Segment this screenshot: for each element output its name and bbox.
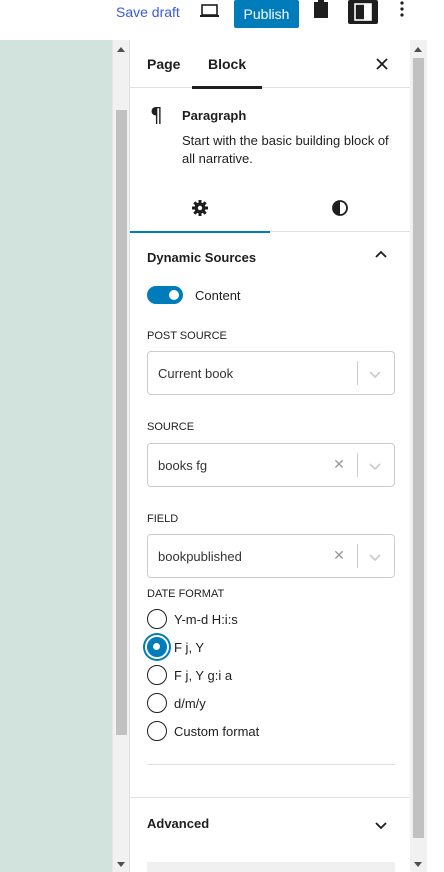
radio-label: d/m/y (174, 695, 206, 711)
radio-button[interactable] (147, 721, 167, 741)
date-format-option[interactable]: F j, Y g:i a (147, 664, 232, 686)
radio-label: F j, Y g:i a (174, 667, 233, 683)
field-label: FIELD (147, 513, 179, 525)
block-description: Start with the basic building block of a… (182, 133, 389, 166)
block-title: Paragraph (182, 108, 247, 123)
chevron-down-icon (368, 550, 382, 562)
sidebar-scrollbar[interactable] (410, 40, 427, 872)
radio-label: F j, Y (174, 639, 205, 655)
close-icon[interactable] (370, 52, 394, 76)
block-card: ¶ Paragraph Start with the basic buildin… (130, 88, 411, 184)
settings-sidebar: Page Block ¶ Paragraph Start with the ba… (129, 40, 411, 872)
editor-canvas[interactable] (0, 40, 112, 872)
panel-title: Advanced (147, 816, 210, 831)
canvas-scrollbar[interactable] (112, 40, 129, 872)
scroll-up-arrow-icon[interactable] (117, 47, 125, 52)
scroll-down-arrow-icon[interactable] (117, 862, 125, 867)
clipboard-icon[interactable] (313, 0, 329, 18)
contrast-icon (332, 200, 348, 216)
date-format-option[interactable]: Y-m-d H:i:s (147, 608, 238, 630)
scroll-down-arrow-icon[interactable] (414, 862, 422, 867)
chevron-down-icon (368, 367, 382, 379)
tab-block[interactable]: Block (192, 40, 263, 89)
select-value: bookpublished (158, 549, 242, 564)
post-source-select[interactable]: Current book (147, 351, 395, 395)
radio-button[interactable] (147, 693, 167, 713)
content-toggle[interactable] (147, 286, 183, 304)
more-options-icon[interactable] (394, 0, 410, 22)
select-value: Current book (158, 366, 234, 381)
select-separator (357, 453, 358, 477)
sidebar-toggle-button[interactable] (348, 0, 378, 24)
toggle-knob (169, 290, 179, 300)
divider (147, 764, 395, 765)
paragraph-icon: ¶ (150, 103, 163, 127)
clear-icon[interactable]: ✕ (332, 547, 346, 564)
date-format-label: DATE FORMAT (147, 588, 225, 600)
scrollbar-thumb[interactable] (413, 58, 424, 838)
select-value: books fg (158, 458, 208, 473)
post-source-label: POST SOURCE (147, 330, 227, 342)
radio-button-selected[interactable] (147, 637, 167, 657)
gear-icon (192, 200, 208, 216)
date-format-option[interactable]: F j, Y (147, 636, 204, 658)
scroll-up-arrow-icon[interactable] (414, 47, 422, 52)
dynamic-sources-panel-header[interactable]: Dynamic Sources (130, 232, 411, 282)
radio-button[interactable] (147, 609, 167, 629)
source-label: SOURCE (147, 421, 195, 433)
preview-laptop-icon[interactable] (198, 0, 222, 22)
radio-button[interactable] (147, 665, 167, 685)
tab-page[interactable]: Page (147, 40, 180, 88)
panel-title: Dynamic Sources (147, 250, 257, 265)
tab-settings[interactable] (130, 184, 270, 233)
toggle-label: Content (195, 288, 241, 303)
date-format-option[interactable]: d/m/y (147, 692, 206, 714)
chevron-down-icon (368, 459, 382, 471)
radio-label: Custom format (174, 723, 260, 739)
tab-styles[interactable] (270, 184, 410, 232)
sidebar-tabs: Page Block (130, 40, 411, 89)
scrollbar-thumb[interactable] (116, 110, 127, 735)
chevron-up-icon (374, 248, 388, 262)
select-separator (357, 544, 358, 568)
chevron-down-icon (374, 818, 388, 832)
source-select[interactable]: books fg ✕ (147, 443, 395, 487)
block-settings-tabs (130, 184, 411, 233)
save-draft-button[interactable]: Save draft (116, 4, 180, 20)
publish-button[interactable]: Publish (234, 0, 299, 28)
date-format-option[interactable]: Custom format (147, 720, 259, 742)
top-toolbar: Save draft Publish (0, 0, 444, 40)
clear-icon[interactable]: ✕ (332, 456, 346, 473)
radio-label: Y-m-d H:i:s (174, 611, 238, 627)
advanced-panel-header[interactable]: Advanced (130, 798, 411, 850)
next-panel-edge (147, 862, 395, 872)
select-separator (357, 361, 358, 385)
field-select[interactable]: bookpublished ✕ (147, 534, 395, 578)
